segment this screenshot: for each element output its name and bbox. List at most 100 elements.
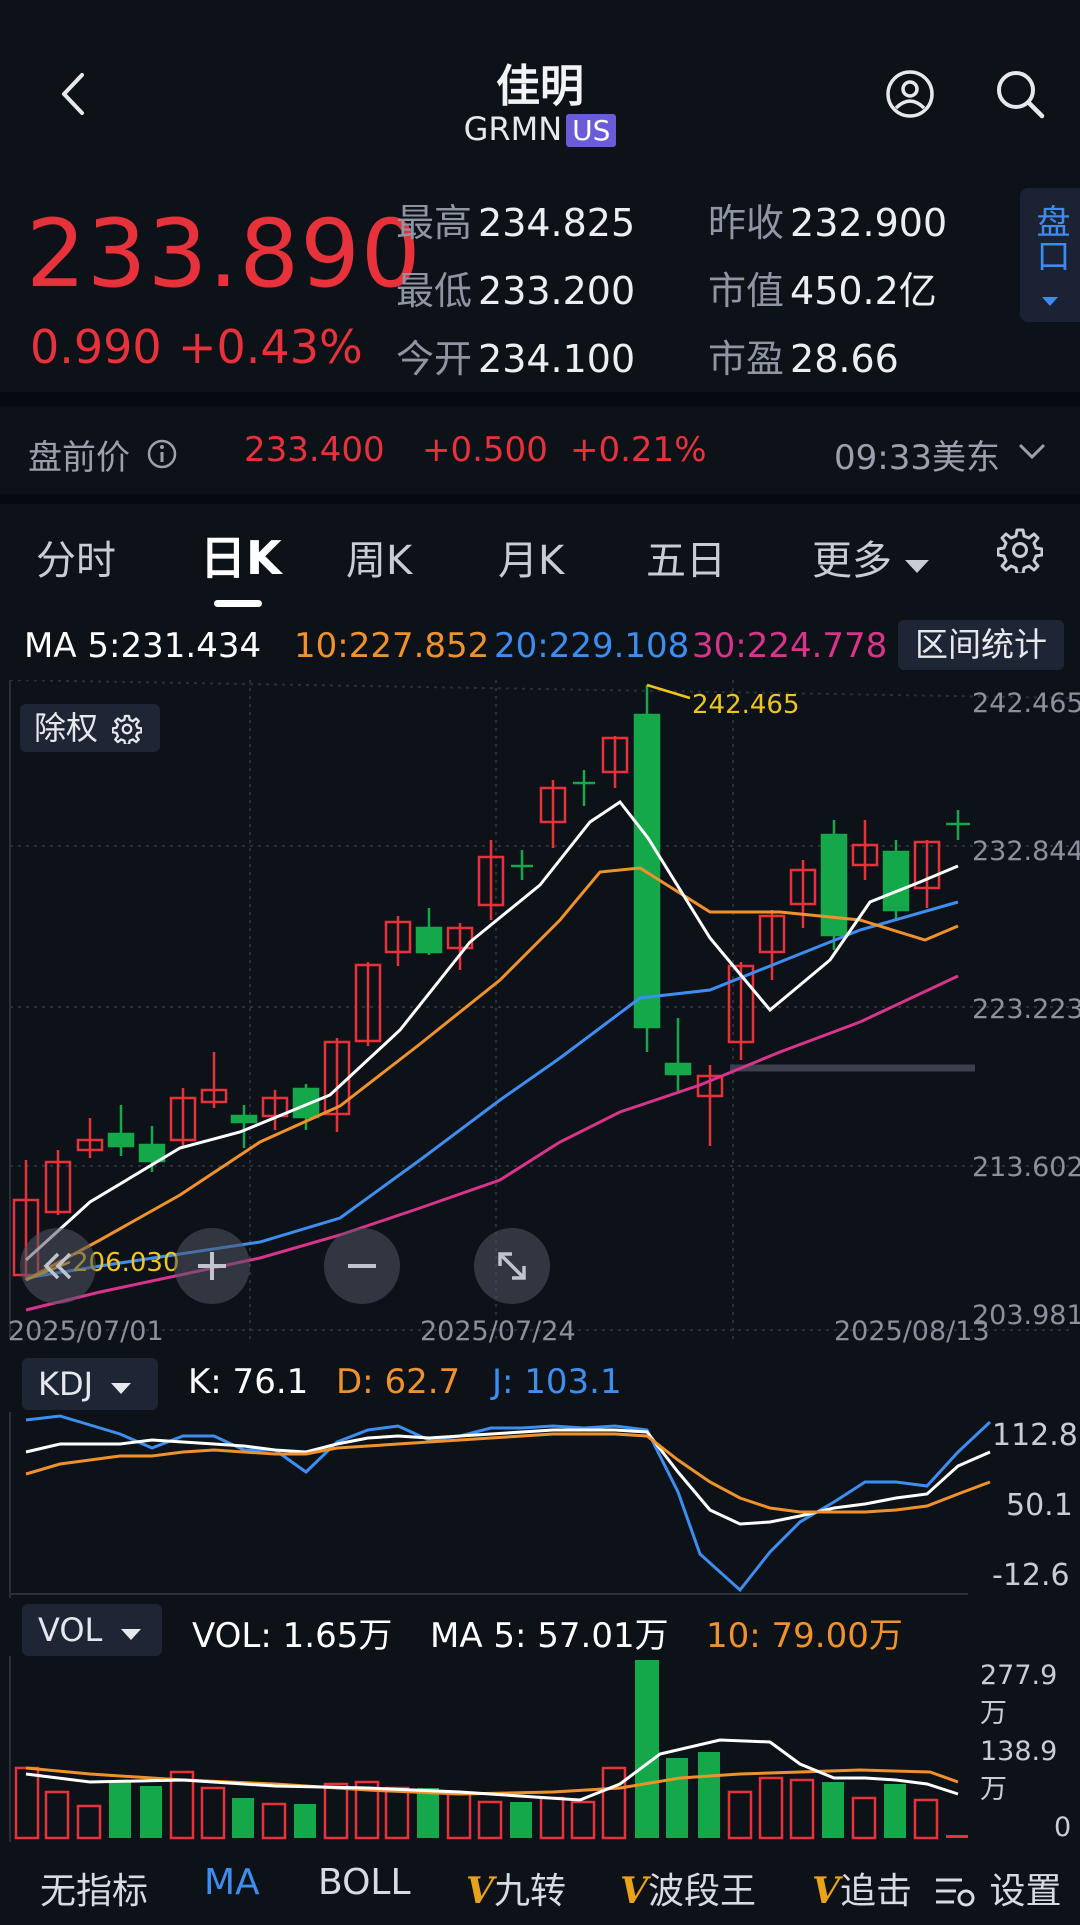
y-tick: 213.602: [972, 1152, 1080, 1183]
search-icon: [997, 71, 1045, 119]
gear-icon: [997, 528, 1043, 573]
premarket-row[interactable]: 盘前价 233.400 +0.500 +0.21% 09:33美东: [0, 420, 1080, 494]
kdj-y-tick: 112.8: [992, 1418, 1078, 1453]
volume-bar: [884, 1784, 906, 1838]
volume-bar: [570, 1800, 596, 1840]
adjust-button[interactable]: 除权: [20, 704, 160, 752]
max-price-marker: 242.465: [692, 690, 800, 720]
stat-high: 最高 234.825: [396, 201, 636, 245]
volume-chart[interactable]: [0, 1656, 1080, 1842]
indicator-settings[interactable]: 设置: [932, 1862, 1061, 1914]
kdj-j-value: J: 103.1: [492, 1362, 622, 1402]
adjust-label: 除权: [34, 709, 99, 747]
zoom-in-button[interactable]: [174, 1228, 250, 1304]
minus-icon: [348, 1264, 376, 1268]
candle: [789, 860, 817, 928]
caret-down-icon: [111, 1383, 132, 1394]
indicator-ma[interactable]: MA: [204, 1862, 260, 1903]
chart-settings-button[interactable]: [990, 520, 1050, 580]
stat-market-cap: 市值 450.2亿: [708, 269, 937, 313]
candle: [107, 1105, 135, 1156]
kdj-k-line: [25, 1428, 991, 1526]
indicator-boduanwang[interactable]: V波段王: [620, 1862, 756, 1914]
v-badge: V: [812, 1870, 840, 1912]
ma30-legend: 30:224.778: [692, 626, 888, 666]
ma20-legend: 20:229.108: [494, 626, 690, 666]
candle: [539, 780, 567, 848]
vol-ma10-value: 10: 79.00万: [706, 1616, 903, 1656]
tab-weekly-k[interactable]: 周K: [346, 528, 412, 586]
volume-bar: [261, 1802, 287, 1840]
ma20-line: [25, 900, 959, 1280]
kdj-selector[interactable]: KDJ: [22, 1358, 158, 1410]
caret-down-icon: [904, 560, 929, 573]
volume-bar: [294, 1804, 316, 1838]
tab-daily-k[interactable]: 日K: [200, 522, 282, 588]
price-change: 0.990: [30, 320, 162, 374]
v-badge: V: [466, 1870, 494, 1912]
v-badge: V: [620, 1870, 648, 1912]
candle: [169, 1088, 197, 1146]
vol-y-tick: 0: [1054, 1812, 1072, 1843]
chevron-down-icon: [1018, 443, 1046, 460]
range-stats-button[interactable]: 区间统计: [898, 620, 1064, 670]
candle: [573, 770, 595, 806]
volume-bar: [446, 1792, 472, 1840]
candles: [12, 685, 970, 1280]
expand-icon: [498, 1252, 526, 1280]
premarket-change-pct: +0.21%: [570, 430, 707, 470]
kdj-y-tick: -12.6: [992, 1558, 1070, 1593]
volume-bar: [539, 1796, 565, 1840]
tab-more[interactable]: 更多: [812, 528, 929, 586]
volume-bar: [601, 1766, 627, 1840]
premarket-time: 09:33美东: [834, 438, 1000, 478]
volume-bar: [477, 1800, 503, 1840]
candle: [44, 1150, 72, 1215]
x-tick: 2025/07/01: [8, 1316, 164, 1347]
volume-bar: [200, 1786, 226, 1840]
volume-bar: [44, 1790, 70, 1840]
fullscreen-button[interactable]: [474, 1228, 550, 1304]
volume-bars: [14, 1660, 968, 1840]
tab-intraday[interactable]: 分时: [36, 528, 116, 586]
kdj-chart[interactable]: [0, 1412, 1080, 1598]
indicator-jiuzhuan[interactable]: V九转: [466, 1862, 566, 1914]
vol-y-tick: 138.9万: [980, 1736, 1058, 1805]
x-tick: 2025/07/24: [420, 1316, 576, 1347]
settings-label: 设置: [989, 1871, 1062, 1912]
indicator-boll[interactable]: BOLL: [318, 1862, 411, 1903]
order-book-tab[interactable]: 盘口: [1020, 188, 1080, 322]
active-tab-indicator: [214, 600, 262, 607]
kdj-y-tick: 50.1: [1006, 1488, 1073, 1523]
candle: [664, 1018, 692, 1092]
premarket-change: +0.500: [422, 430, 548, 470]
stat-open: 今开 234.100: [396, 337, 636, 381]
volume-bar: [698, 1752, 720, 1838]
vol-y-tick: 277.9万: [980, 1660, 1058, 1729]
tab-five-day[interactable]: 五日: [646, 528, 726, 586]
profile-button[interactable]: [880, 64, 940, 124]
candle: [511, 850, 533, 880]
volume-bar: [323, 1782, 349, 1840]
candle: [76, 1118, 104, 1158]
stat-low: 最低 233.200: [396, 269, 636, 313]
volume-bar: [140, 1786, 162, 1838]
info-icon[interactable]: [146, 438, 178, 470]
vol-value: VOL: 1.65万: [192, 1616, 393, 1656]
caret-down-icon: [1042, 297, 1058, 306]
tab-monthly-k[interactable]: 月K: [498, 528, 564, 586]
vol-selector[interactable]: VOL: [22, 1604, 162, 1656]
scroll-left-button[interactable]: [20, 1228, 96, 1304]
kdj-d-value: D: 62.7: [336, 1362, 461, 1402]
search-button[interactable]: [990, 64, 1050, 124]
vol-ma5-line: [25, 1738, 959, 1802]
x-tick: 2025/08/13: [834, 1316, 990, 1347]
last-price: 233.890: [26, 200, 422, 309]
ma10-line: [25, 866, 959, 1282]
user-circle-icon: [886, 70, 934, 118]
ma5-legend: MA 5:231.434: [24, 626, 262, 666]
zoom-out-button[interactable]: [324, 1228, 400, 1304]
indicator-none[interactable]: 无指标: [40, 1862, 148, 1914]
indicator-zhuiji[interactable]: V追击: [812, 1862, 912, 1914]
ma10-legend: 10:227.852: [294, 626, 490, 666]
